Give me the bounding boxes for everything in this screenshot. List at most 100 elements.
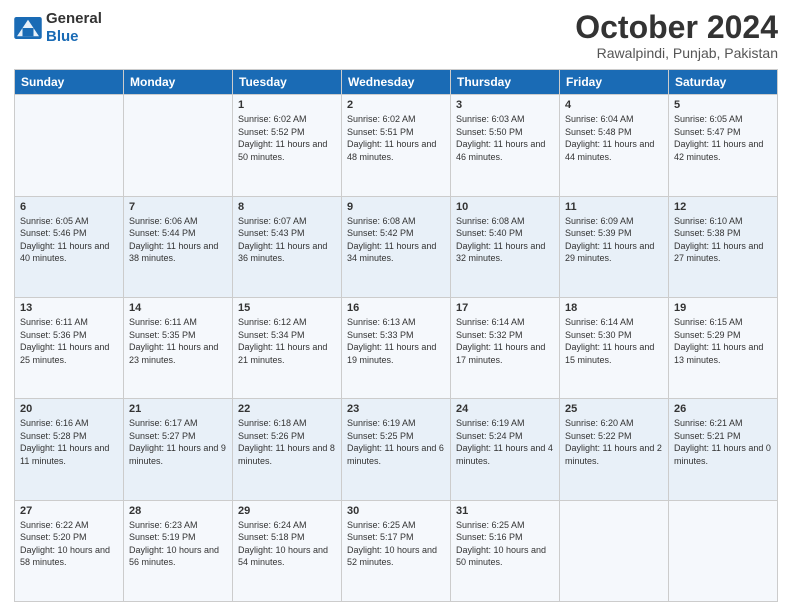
cell-content: Sunrise: 6:20 AM Sunset: 5:22 PM Dayligh…	[565, 417, 663, 467]
day-number: 27	[20, 505, 118, 517]
cell-content: Sunrise: 6:06 AM Sunset: 5:44 PM Dayligh…	[129, 215, 227, 265]
calendar-cell: 28 Sunrise: 6:23 AM Sunset: 5:19 PM Dayli…	[124, 500, 233, 601]
logo-general: General	[46, 10, 102, 27]
cell-content: Sunrise: 6:10 AM Sunset: 5:38 PM Dayligh…	[674, 215, 772, 265]
calendar-cell: 7 Sunrise: 6:06 AM Sunset: 5:44 PM Daylig…	[124, 196, 233, 297]
week-row-0: 1 Sunrise: 6:02 AM Sunset: 5:52 PM Daylig…	[15, 95, 778, 196]
cell-content: Sunrise: 6:17 AM Sunset: 5:27 PM Dayligh…	[129, 417, 227, 467]
cell-content: Sunrise: 6:22 AM Sunset: 5:20 PM Dayligh…	[20, 519, 118, 569]
day-number: 19	[674, 302, 772, 314]
day-number: 23	[347, 403, 445, 415]
cell-content: Sunrise: 6:13 AM Sunset: 5:33 PM Dayligh…	[347, 316, 445, 366]
day-number: 25	[565, 403, 663, 415]
cell-content: Sunrise: 6:25 AM Sunset: 5:17 PM Dayligh…	[347, 519, 445, 569]
calendar-cell	[15, 95, 124, 196]
cell-content: Sunrise: 6:08 AM Sunset: 5:42 PM Dayligh…	[347, 215, 445, 265]
calendar-cell: 3Sunrise: 6:03 AM Sunset: 5:50 PM Daylig…	[451, 95, 560, 196]
calendar: SundayMondayTuesdayWednesdayThursdayFrid…	[14, 69, 778, 602]
cell-content: Sunrise: 6:11 AM Sunset: 5:36 PM Dayligh…	[20, 316, 118, 366]
calendar-cell: 18 Sunrise: 6:14 AM Sunset: 5:30 PM Dayli…	[560, 297, 669, 398]
cell-content: Sunrise: 6:19 AM Sunset: 5:25 PM Dayligh…	[347, 417, 445, 467]
day-number: 2	[347, 99, 445, 111]
calendar-cell: 31Sunrise: 6:25 AM Sunset: 5:16 PM Dayli…	[451, 500, 560, 601]
calendar-cell: 29Sunrise: 6:24 AM Sunset: 5:18 PM Dayli…	[233, 500, 342, 601]
calendar-cell: 13Sunrise: 6:11 AM Sunset: 5:36 PM Dayli…	[15, 297, 124, 398]
cell-content: Sunrise: 6:23 AM Sunset: 5:19 PM Dayligh…	[129, 519, 227, 569]
day-number: 6	[20, 201, 118, 213]
day-number: 30	[347, 505, 445, 517]
day-number: 12	[674, 201, 772, 213]
logo-text: General Blue	[46, 10, 102, 46]
cell-content: Sunrise: 6:11 AM Sunset: 5:35 PM Dayligh…	[129, 316, 227, 366]
cell-content: Sunrise: 6:21 AM Sunset: 5:21 PM Dayligh…	[674, 417, 772, 467]
cell-content: Sunrise: 6:25 AM Sunset: 5:16 PM Dayligh…	[456, 519, 554, 569]
logo-icon	[14, 17, 42, 39]
page: General Blue October 2024 Rawalpindi, Pu…	[0, 0, 792, 612]
calendar-body: 1 Sunrise: 6:02 AM Sunset: 5:52 PM Daylig…	[15, 95, 778, 602]
day-number: 28	[129, 505, 227, 517]
calendar-cell	[669, 500, 778, 601]
calendar-cell: 20 Sunrise: 6:16 AM Sunset: 5:28 PM Dayli…	[15, 399, 124, 500]
day-number: 14	[129, 302, 227, 314]
calendar-cell: 24 Sunrise: 6:19 AM Sunset: 5:24 PM Dayli…	[451, 399, 560, 500]
cell-content: Sunrise: 6:18 AM Sunset: 5:26 PM Dayligh…	[238, 417, 336, 467]
day-number: 15	[238, 302, 336, 314]
calendar-cell: 26 Sunrise: 6:21 AM Sunset: 5:21 PM Dayli…	[669, 399, 778, 500]
cell-content: Sunrise: 6:02 AM Sunset: 5:51 PM Dayligh…	[347, 113, 445, 163]
cell-content: Sunrise: 6:02 AM Sunset: 5:52 PM Dayligh…	[238, 113, 336, 163]
day-header-friday: Friday	[560, 70, 669, 95]
cell-content: Sunrise: 6:19 AM Sunset: 5:24 PM Dayligh…	[456, 417, 554, 467]
day-number: 4	[565, 99, 663, 111]
calendar-cell: 30 Sunrise: 6:25 AM Sunset: 5:17 PM Dayli…	[342, 500, 451, 601]
day-number: 21	[129, 403, 227, 415]
month-title: October 2024	[575, 10, 778, 45]
day-number: 26	[674, 403, 772, 415]
calendar-cell: 16 Sunrise: 6:13 AM Sunset: 5:33 PM Dayli…	[342, 297, 451, 398]
calendar-cell: 14 Sunrise: 6:11 AM Sunset: 5:35 PM Dayli…	[124, 297, 233, 398]
calendar-cell: 11 Sunrise: 6:09 AM Sunset: 5:39 PM Dayli…	[560, 196, 669, 297]
day-number: 18	[565, 302, 663, 314]
header: General Blue October 2024 Rawalpindi, Pu…	[14, 10, 778, 61]
calendar-cell	[124, 95, 233, 196]
day-number: 29	[238, 505, 336, 517]
day-number: 7	[129, 201, 227, 213]
calendar-cell: 6Sunrise: 6:05 AM Sunset: 5:46 PM Daylig…	[15, 196, 124, 297]
week-row-4: 27 Sunrise: 6:22 AM Sunset: 5:20 PM Dayli…	[15, 500, 778, 601]
cell-content: Sunrise: 6:16 AM Sunset: 5:28 PM Dayligh…	[20, 417, 118, 467]
day-number: 9	[347, 201, 445, 213]
week-row-2: 13Sunrise: 6:11 AM Sunset: 5:36 PM Dayli…	[15, 297, 778, 398]
calendar-cell	[560, 500, 669, 601]
cell-content: Sunrise: 6:08 AM Sunset: 5:40 PM Dayligh…	[456, 215, 554, 265]
cell-content: Sunrise: 6:07 AM Sunset: 5:43 PM Dayligh…	[238, 215, 336, 265]
cell-content: Sunrise: 6:14 AM Sunset: 5:30 PM Dayligh…	[565, 316, 663, 366]
day-headers-row: SundayMondayTuesdayWednesdayThursdayFrid…	[15, 70, 778, 95]
day-header-monday: Monday	[124, 70, 233, 95]
calendar-cell: 15Sunrise: 6:12 AM Sunset: 5:34 PM Dayli…	[233, 297, 342, 398]
calendar-cell: 1 Sunrise: 6:02 AM Sunset: 5:52 PM Daylig…	[233, 95, 342, 196]
calendar-cell: 17 Sunrise: 6:14 AM Sunset: 5:32 PM Dayli…	[451, 297, 560, 398]
day-number: 16	[347, 302, 445, 314]
cell-content: Sunrise: 6:14 AM Sunset: 5:32 PM Dayligh…	[456, 316, 554, 366]
day-number: 20	[20, 403, 118, 415]
day-header-thursday: Thursday	[451, 70, 560, 95]
day-number: 17	[456, 302, 554, 314]
calendar-cell: 2 Sunrise: 6:02 AM Sunset: 5:51 PM Daylig…	[342, 95, 451, 196]
day-header-tuesday: Tuesday	[233, 70, 342, 95]
day-number: 10	[456, 201, 554, 213]
cell-content: Sunrise: 6:09 AM Sunset: 5:39 PM Dayligh…	[565, 215, 663, 265]
day-number: 24	[456, 403, 554, 415]
calendar-cell: 10 Sunrise: 6:08 AM Sunset: 5:40 PM Dayli…	[451, 196, 560, 297]
day-number: 1	[238, 99, 336, 111]
calendar-cell: 12 Sunrise: 6:10 AM Sunset: 5:38 PM Dayli…	[669, 196, 778, 297]
day-number: 22	[238, 403, 336, 415]
calendar-cell: 9 Sunrise: 6:08 AM Sunset: 5:42 PM Daylig…	[342, 196, 451, 297]
week-row-3: 20 Sunrise: 6:16 AM Sunset: 5:28 PM Dayli…	[15, 399, 778, 500]
logo: General Blue	[14, 10, 102, 46]
week-row-1: 6Sunrise: 6:05 AM Sunset: 5:46 PM Daylig…	[15, 196, 778, 297]
cell-content: Sunrise: 6:05 AM Sunset: 5:47 PM Dayligh…	[674, 113, 772, 163]
calendar-cell: 23 Sunrise: 6:19 AM Sunset: 5:25 PM Dayli…	[342, 399, 451, 500]
day-number: 8	[238, 201, 336, 213]
day-number: 11	[565, 201, 663, 213]
day-number: 3	[456, 99, 554, 111]
location: Rawalpindi, Punjab, Pakistan	[575, 45, 778, 61]
